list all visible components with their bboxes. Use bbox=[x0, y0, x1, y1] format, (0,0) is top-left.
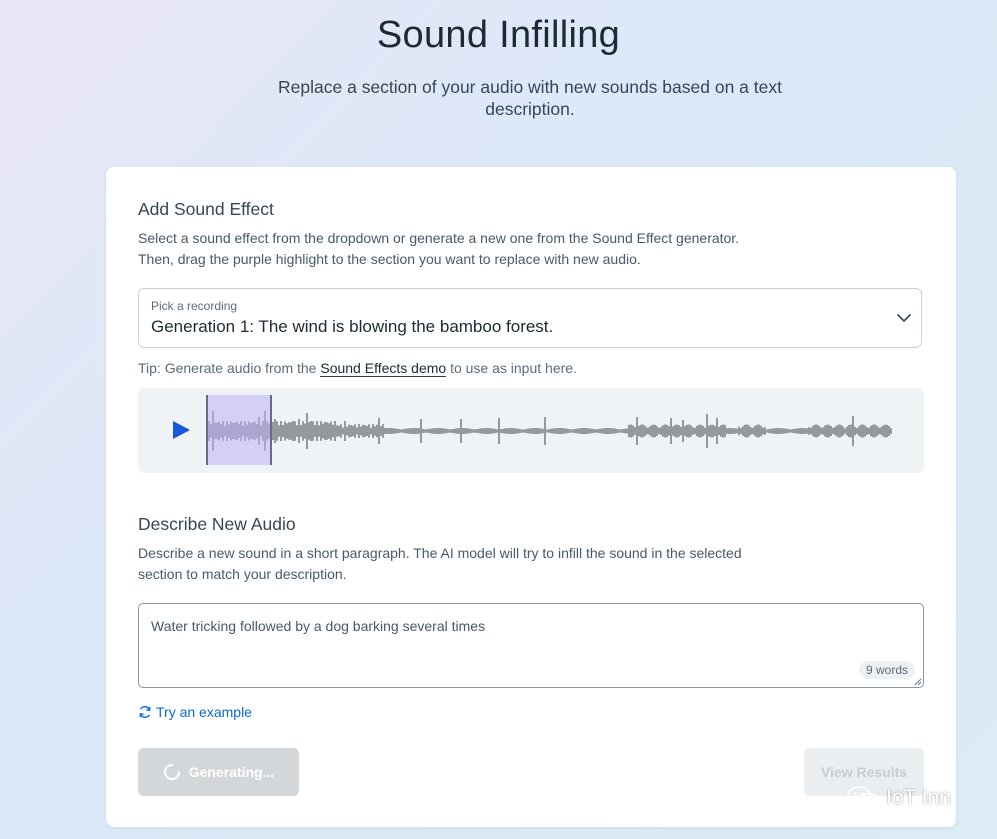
page-title: Sound Infilling bbox=[376, 14, 621, 56]
chevron-down-icon bbox=[897, 314, 911, 322]
dropdown-label: Pick a recording bbox=[151, 299, 238, 313]
resize-grip-icon[interactable] bbox=[914, 678, 922, 686]
watermark-text: IoT Inn bbox=[886, 786, 951, 809]
try-example-label: Try an example bbox=[156, 704, 252, 720]
word-count-badge: 9 words bbox=[858, 661, 915, 679]
describe-new-audio-title: Describe New Audio bbox=[138, 514, 296, 534]
selection-highlight[interactable] bbox=[206, 395, 272, 465]
description-input[interactable]: Water tricking followed by a dog barking… bbox=[138, 603, 924, 688]
sound-effects-demo-link[interactable]: Sound Effects demo bbox=[320, 360, 447, 377]
waveform[interactable] bbox=[206, 395, 896, 467]
generate-button-label: Generating... bbox=[188, 764, 275, 780]
add-sound-effect-title: Add Sound Effect bbox=[138, 199, 274, 219]
page-subtitle: Replace a section of your audio with new… bbox=[278, 77, 782, 119]
tip-prefix: Tip: Generate audio from the bbox=[138, 360, 317, 376]
generate-button[interactable]: Generating... bbox=[138, 748, 299, 796]
waveform-player bbox=[138, 388, 924, 473]
wechat-icon bbox=[847, 786, 879, 810]
watermark: IoT Inn bbox=[846, 785, 951, 811]
describe-new-audio-description: Describe a new sound in a short paragrap… bbox=[138, 545, 742, 582]
dropdown-selected-value: Generation 1: The wind is blowing the ba… bbox=[151, 317, 554, 336]
description-input-value: Water tricking followed by a dog barking… bbox=[151, 618, 486, 634]
try-example-link[interactable]: Try an example bbox=[138, 702, 252, 722]
view-results-label: View Results bbox=[820, 764, 908, 780]
add-sound-effect-description: Select a sound effect from the dropdown … bbox=[138, 230, 740, 267]
play-icon[interactable] bbox=[170, 419, 192, 441]
infilling-card: Add Sound Effect Select a sound effect f… bbox=[106, 167, 956, 827]
tip-suffix: to use as input here. bbox=[450, 360, 577, 376]
refresh-icon bbox=[139, 706, 151, 718]
tip-text: Tip: Generate audio from the Sound Effec… bbox=[138, 360, 577, 377]
spinner-icon bbox=[163, 764, 180, 780]
recording-dropdown[interactable]: Pick a recording Generation 1: The wind … bbox=[138, 288, 922, 348]
